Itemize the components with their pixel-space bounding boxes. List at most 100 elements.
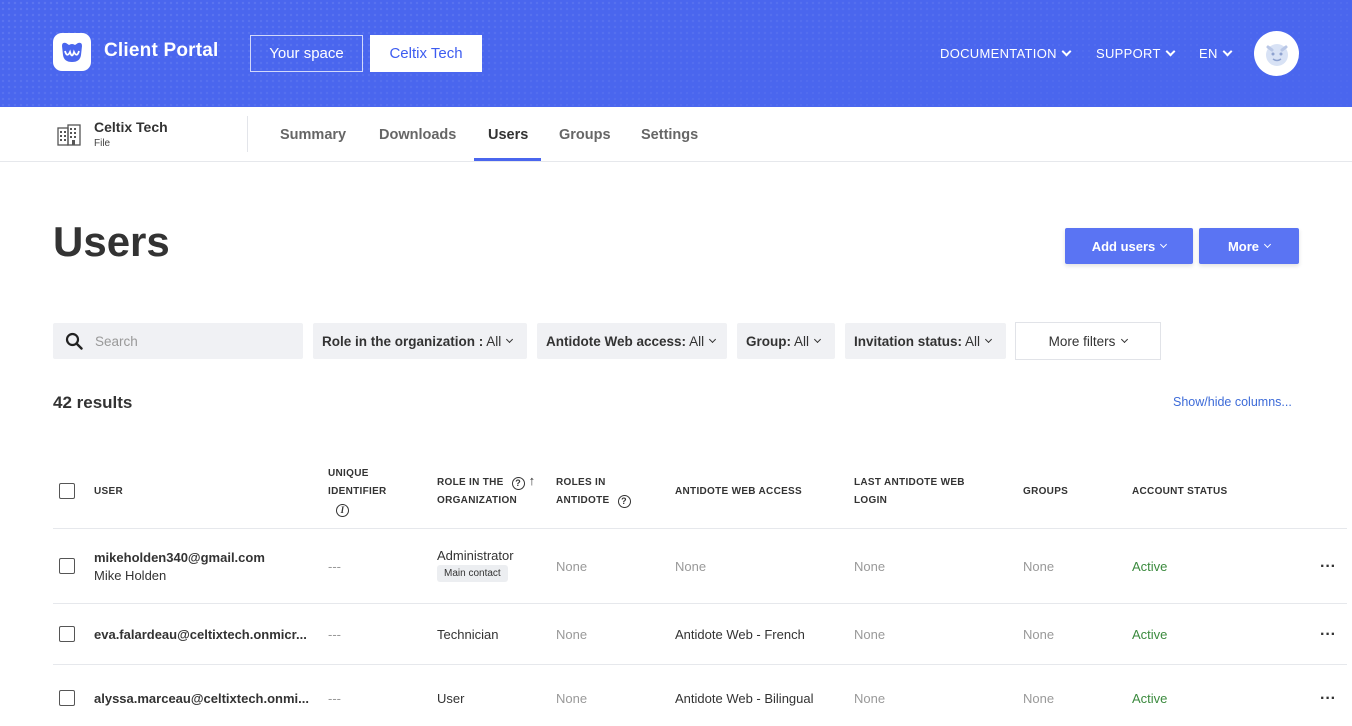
web-access: None	[675, 559, 707, 574]
role-organization: Administrator	[437, 548, 514, 563]
column-role-organization[interactable]: ROLE IN THE ? ↑ ORGANIZATION	[437, 472, 536, 510]
column-last-login[interactable]: LAST ANTIDOTE WEB LOGIN	[854, 474, 965, 510]
unique-identifier: ---	[328, 559, 341, 574]
search-box[interactable]	[53, 323, 303, 359]
role-organization: User	[437, 691, 465, 706]
tab-users[interactable]: Users	[488, 127, 528, 143]
tab-settings[interactable]: Settings	[641, 127, 698, 143]
more-filters-label: More filters	[1048, 333, 1116, 349]
celtix-tech-button[interactable]: Celtix Tech	[370, 35, 482, 72]
row-checkbox[interactable]	[59, 558, 75, 574]
column-unique-identifier[interactable]: UNIQUE IDENTIFIER i	[328, 465, 387, 520]
documentation-label: DOCUMENTATION	[940, 46, 1057, 61]
chevron-down-icon	[1263, 240, 1272, 249]
search-input[interactable]	[95, 333, 285, 349]
select-all-checkbox[interactable]	[59, 483, 75, 499]
row-divider	[53, 528, 1347, 529]
web-access: Antidote Web - French	[675, 627, 805, 642]
column-user[interactable]: USER	[94, 483, 123, 501]
org-type: File	[94, 138, 111, 149]
filter-role-label: Role in the organization :	[322, 333, 484, 349]
logo-icon[interactable]	[53, 33, 91, 71]
account-status: Active	[1132, 627, 1168, 642]
column-last-login-line1: LAST ANTIDOTE WEB	[854, 477, 965, 488]
show-hide-columns-link[interactable]: Show/hide columns...	[1173, 395, 1292, 409]
main-contact-badge: Main contact	[437, 565, 508, 582]
filter-invitation-status[interactable]: Invitation status: All	[845, 323, 1006, 359]
documentation-menu[interactable]: DOCUMENTATION	[940, 46, 1072, 61]
active-tab-indicator	[474, 158, 541, 161]
groups: None	[1023, 559, 1055, 574]
more-filters-button[interactable]: More filters	[1015, 322, 1161, 360]
unique-identifier: ---	[328, 691, 341, 706]
groups: None	[1023, 627, 1055, 642]
org-name: Celtix Tech	[94, 119, 168, 135]
info-icon[interactable]: i	[336, 502, 387, 520]
avatar-icon[interactable]	[1254, 31, 1299, 76]
chevron-down-icon	[506, 335, 514, 344]
filter-group-value: All	[794, 333, 810, 349]
chevron-down-icon	[709, 335, 717, 344]
column-roles-antidote-line1: ROLES IN	[556, 477, 606, 488]
user-email[interactable]: mikeholden340@gmail.com	[94, 550, 265, 565]
support-menu[interactable]: SUPPORT	[1096, 46, 1176, 61]
row-checkbox[interactable]	[59, 626, 75, 642]
chevron-down-icon	[985, 335, 993, 344]
filter-invitation-label: Invitation status:	[854, 333, 963, 349]
help-icon[interactable]: ?	[511, 476, 525, 490]
divider	[247, 116, 248, 152]
row-checkbox[interactable]	[59, 690, 75, 706]
add-users-button[interactable]: Add users	[1065, 228, 1193, 264]
user-email[interactable]: eva.falardeau@celtixtech.onmicr...	[94, 627, 307, 642]
search-icon	[65, 332, 83, 350]
column-web-access[interactable]: ANTIDOTE WEB ACCESS	[675, 483, 802, 501]
column-unique-identifier-line2: IDENTIFIER	[328, 486, 387, 497]
column-role-org-line1: ROLE IN THE	[437, 477, 504, 488]
column-account-status[interactable]: ACCOUNT STATUS	[1132, 483, 1228, 501]
page-title: Users	[53, 218, 170, 265]
last-login: None	[854, 559, 886, 574]
filter-role-organization[interactable]: Role in the organization : All	[313, 323, 527, 359]
kebab-menu-icon[interactable]: ···	[1320, 627, 1336, 643]
row-divider	[53, 664, 1347, 665]
user-email[interactable]: alyssa.marceau@celtixtech.onmi...	[94, 691, 309, 706]
tab-summary[interactable]: Summary	[280, 127, 346, 143]
filter-invitation-value: All	[965, 333, 981, 349]
sort-arrow-up-icon[interactable]: ↑	[529, 472, 536, 490]
filter-web-access-value: All	[689, 333, 705, 349]
column-groups[interactable]: GROUPS	[1023, 483, 1068, 501]
chevron-down-icon	[1160, 240, 1168, 249]
filter-role-value: All	[486, 333, 502, 349]
help-icon[interactable]: ?	[617, 494, 631, 508]
groups: None	[1023, 691, 1055, 706]
more-button[interactable]: More	[1199, 228, 1299, 264]
top-header: Client Portal Your space Celtix Tech DOC…	[0, 0, 1352, 107]
column-roles-antidote-line2: ANTIDOTE	[556, 495, 610, 506]
add-users-label: Add users	[1091, 238, 1156, 254]
column-roles-antidote[interactable]: ROLES IN ANTIDOTE ?	[556, 474, 631, 510]
tab-downloads[interactable]: Downloads	[379, 127, 456, 143]
filter-group[interactable]: Group: All	[737, 323, 835, 359]
role-organization: Technician	[437, 627, 499, 642]
your-space-button[interactable]: Your space	[250, 35, 363, 72]
kebab-menu-icon[interactable]: ···	[1320, 559, 1336, 575]
chevron-down-icon	[1222, 46, 1233, 57]
filter-group-label: Group:	[746, 333, 791, 349]
filter-web-access-label: Antidote Web access:	[546, 333, 687, 349]
chevron-down-icon	[1121, 335, 1129, 344]
brand-name: Client Portal	[104, 40, 219, 61]
kebab-menu-icon[interactable]: ···	[1320, 691, 1336, 707]
tab-groups[interactable]: Groups	[559, 127, 611, 143]
column-last-login-line2: LOGIN	[854, 495, 888, 506]
roles-antidote: None	[556, 627, 588, 642]
column-unique-identifier-line1: UNIQUE	[328, 468, 369, 479]
filter-web-access[interactable]: Antidote Web access: All	[537, 323, 727, 359]
account-status: Active	[1132, 559, 1168, 574]
support-label: SUPPORT	[1096, 46, 1161, 61]
chevron-down-icon	[1061, 46, 1072, 57]
language-menu[interactable]: EN	[1199, 46, 1233, 61]
chevron-down-icon	[1165, 46, 1176, 57]
language-label: EN	[1199, 46, 1218, 61]
building-icon	[57, 124, 82, 151]
org-subnav: Celtix Tech File Summary Downloads Users…	[0, 107, 1352, 162]
